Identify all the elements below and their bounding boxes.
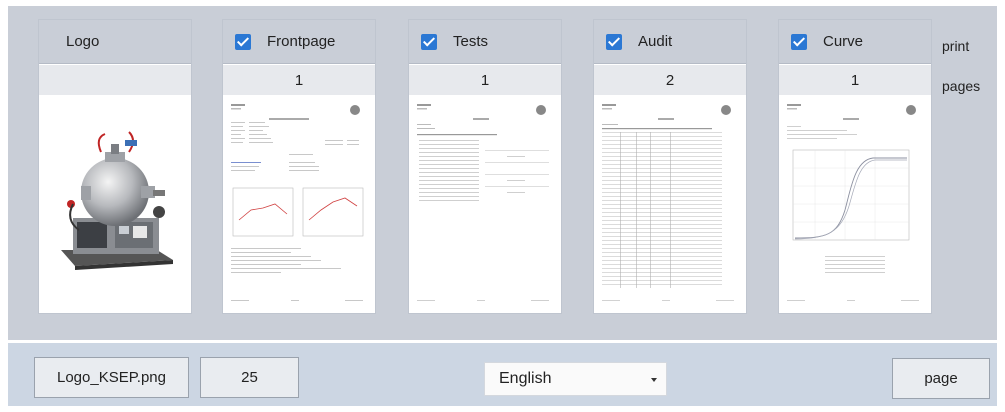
logo-file-button[interactable]: Logo_KSEP.png [34,357,189,398]
card-curve[interactable]: Curve 1 [778,19,932,314]
language-select[interactable]: English [484,362,667,396]
audit-checkbox[interactable] [606,33,622,50]
card-title: Tests [453,33,489,50]
card-title: Audit [638,33,673,50]
logo-image [45,100,185,308]
card-page-count: 1 [409,65,561,95]
card-audit[interactable]: Audit 2 [593,19,747,314]
audit-preview-thumbnail [600,100,740,308]
page-button[interactable]: page [892,358,990,399]
card-page-count: 1 [223,65,375,95]
print-label: print [942,38,970,54]
curve-preview-thumbnail [785,100,925,308]
pages-label: pages [942,78,981,94]
card-header: Audit [594,20,746,64]
curve-checkbox[interactable] [791,33,807,50]
card-header: Frontpage [223,20,375,64]
language-select-value: English [499,370,552,387]
card-header: Tests [409,20,561,64]
card-frontpage[interactable]: Frontpage 1 [222,19,376,314]
tests-preview-thumbnail [415,100,555,308]
card-title: Curve [823,33,864,50]
card-header: Logo [39,20,191,64]
card-page-count: 2 [594,65,746,95]
card-logo[interactable]: Logo [38,19,192,314]
frontpage-preview-thumbnail [229,100,369,308]
logo-size-field[interactable]: 25 [200,357,299,398]
card-page-count [39,65,191,95]
chevron-down-icon [651,378,657,382]
tests-checkbox[interactable] [421,33,437,50]
card-title: Frontpage [267,33,336,50]
card-tests[interactable]: Tests 1 [408,19,562,314]
card-header: Curve [779,20,931,64]
card-title: Logo [66,33,100,50]
card-page-count: 1 [779,65,931,95]
frontpage-checkbox[interactable] [235,33,251,50]
